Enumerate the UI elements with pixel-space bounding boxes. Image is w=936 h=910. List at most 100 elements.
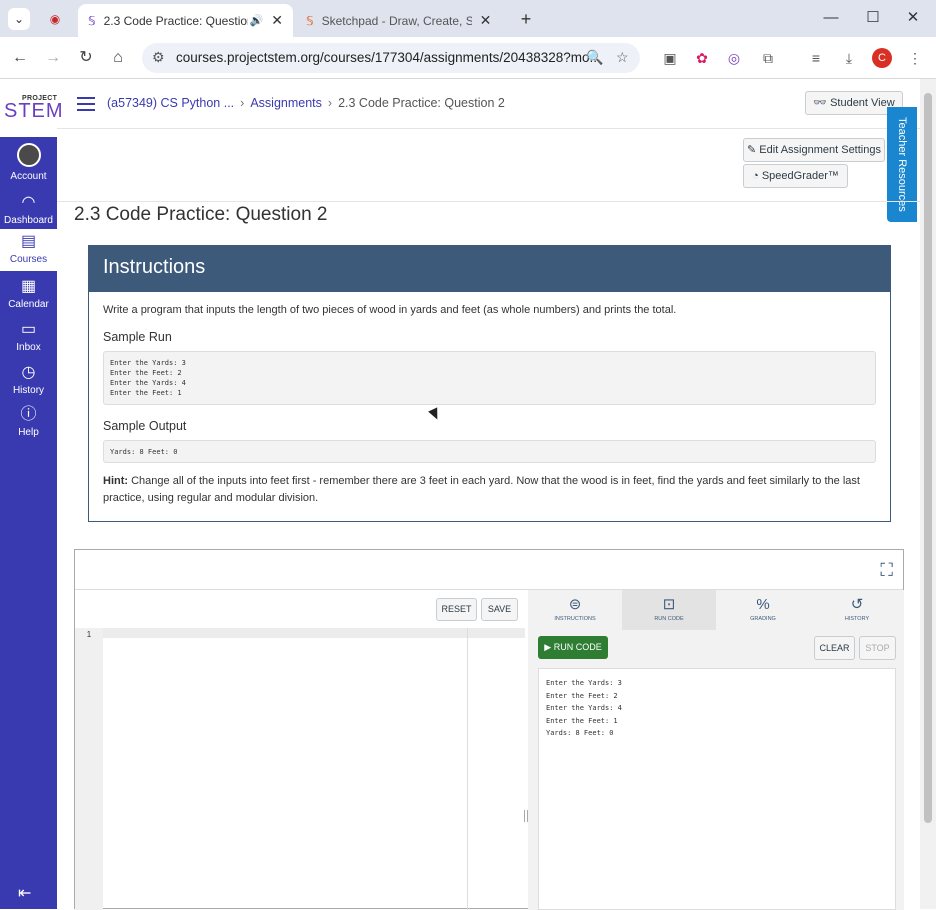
nav-label: History: [12, 385, 45, 396]
code-line: Enter the Feet: 2: [110, 369, 182, 377]
sample-run-heading: Sample Run: [103, 330, 172, 344]
calendar-icon: ▦: [20, 278, 37, 295]
url-text: courses.projectstem.org/courses/177304/a…: [176, 50, 601, 65]
teacher-resources-tab[interactable]: Teacher Resources: [887, 107, 917, 222]
new-tab-icon[interactable]: +: [515, 8, 537, 30]
bookmark-star-icon[interactable]: ☆: [616, 49, 629, 66]
tab-instructions[interactable]: ⊜ INSTRUCTIONS: [528, 590, 622, 630]
tab-search-button[interactable]: ⌄: [8, 8, 30, 30]
breadcrumb-course[interactable]: (a57349) CS Python ...: [107, 96, 234, 110]
button-label: Edit Assignment Settings: [759, 144, 881, 156]
nav-history[interactable]: ◷ History: [0, 363, 57, 405]
download-icon[interactable]: ⤓: [839, 48, 859, 68]
global-navigation: PROJECT STEM Account ◠ Dashboard ▤ Cours…: [0, 79, 63, 909]
console-line: Enter the Yards: 4: [546, 704, 622, 712]
page-title: 2.3 Code Practice: Question 2: [74, 204, 328, 225]
reset-button[interactable]: RESET: [436, 598, 477, 621]
button-label: SAVE: [487, 604, 512, 614]
output-panel: ⊜ INSTRUCTIONS ⊡ RUN CODE % GRADING ↺ HI…: [528, 590, 904, 910]
console-output[interactable]: Enter the Yards: 3 Enter the Feet: 2 Ent…: [538, 668, 896, 910]
active-line[interactable]: [103, 628, 525, 638]
fullscreen-icon[interactable]: ⛶: [880, 560, 893, 581]
menu-kebab-icon[interactable]: ⋮: [905, 48, 925, 68]
play-icon: ▶: [544, 642, 552, 652]
sample-output-code: Yards: 8 Feet: 0: [103, 440, 876, 463]
back-icon[interactable]: ←: [9, 47, 31, 69]
help-icon: ⓘ: [20, 406, 37, 423]
nav-account[interactable]: Account: [0, 143, 57, 187]
terminal-icon: ⊡: [662, 596, 676, 613]
forward-icon[interactable]: →: [42, 47, 64, 69]
book-icon: ▤: [20, 233, 37, 250]
code-editor[interactable]: RESET SAVE 1: [75, 590, 525, 910]
nav-label: Help: [18, 427, 39, 438]
nav-inbox[interactable]: ▭ Inbox: [0, 320, 57, 362]
button-label: STOP: [865, 643, 890, 653]
button-label: Student View: [830, 97, 895, 109]
hint-text: Hint: Change all of the inputs into feet…: [103, 473, 876, 507]
collapse-nav-icon[interactable]: ⇤: [18, 883, 31, 903]
hamburger-menu-icon[interactable]: [77, 97, 95, 111]
tab-history[interactable]: ↺ HISTORY: [810, 590, 904, 630]
history-icon: ↺: [850, 596, 864, 613]
extensions-puzzle-icon[interactable]: ⧉: [758, 48, 778, 68]
pencil-icon: ✎: [747, 144, 757, 156]
dashboard-icon: ◠: [21, 194, 36, 211]
speedgrader-button[interactable]: ◔ SpeedGrader™: [743, 164, 848, 188]
nav-help[interactable]: ⓘ Help: [0, 405, 57, 447]
minimize-icon[interactable]: —: [820, 8, 842, 28]
home-icon[interactable]: ⌂: [107, 47, 129, 69]
nav-label: Inbox: [16, 342, 41, 353]
breadcrumb: (a57349) CS Python ... › Assignments › 2.3 C…: [107, 96, 505, 110]
window-close-icon[interactable]: ✕: [902, 8, 924, 28]
extension-icon[interactable]: ✿: [692, 48, 712, 68]
tab-sketchpad[interactable]: 𝕊 Sketchpad - Draw, Create, Shar ✕: [296, 4, 506, 37]
zoom-icon[interactable]: 🔍: [586, 49, 603, 66]
tab-run-code[interactable]: ⊡ RUN CODE: [622, 590, 716, 630]
button-label: RESET: [441, 604, 472, 614]
run-code-button[interactable]: ▶ RUN CODE: [538, 636, 608, 659]
code-line: Enter the Yards: 3: [110, 359, 186, 367]
inbox-icon: ▭: [20, 321, 37, 338]
record-icon[interactable]: ◉: [44, 8, 66, 30]
address-bar[interactable]: ⚙ courses.projectstem.org/courses/177304…: [142, 43, 640, 73]
code-line: Enter the Feet: 1: [110, 389, 182, 397]
maximize-icon[interactable]: ☐: [862, 8, 884, 28]
sample-run-code: Enter the Yards: 3 Enter the Feet: 2 Ent…: [103, 351, 876, 405]
profile-avatar[interactable]: C: [872, 48, 892, 68]
edit-assignment-settings-button[interactable]: ✎ Edit Assignment Settings: [743, 138, 885, 162]
tab-label: INSTRUCTIONS: [554, 616, 596, 622]
tab-title: 2.3 Code Practice: Question: [103, 13, 248, 28]
stop-button[interactable]: STOP: [859, 636, 896, 660]
project-stem-logo[interactable]: PROJECT STEM: [0, 79, 63, 137]
nav-label: Calendar: [8, 299, 49, 310]
close-tab-icon[interactable]: ✕: [480, 12, 492, 29]
media-control-icon[interactable]: ≡: [806, 48, 826, 68]
nav-courses[interactable]: ▤ Courses: [0, 229, 57, 271]
save-button[interactable]: SAVE: [481, 598, 518, 621]
avatar: [16, 143, 41, 167]
logo-text: STEM: [4, 100, 64, 122]
code-ide: ⛶ RESET SAVE 1 ⊜ INSTRUCTIONS ⊡ RUN CODE…: [74, 549, 904, 910]
tab-code-practice[interactable]: 𝕊 2.3 Code Practice: Question 🔊 ✕: [78, 4, 293, 37]
favicon-icon: 𝕊: [88, 13, 96, 28]
line-number-gutter: 1: [75, 628, 103, 910]
breadcrumb-current: 2.3 Code Practice: Question 2: [338, 96, 505, 110]
breadcrumb-assignments[interactable]: Assignments: [250, 96, 322, 110]
clear-button[interactable]: CLEAR: [814, 636, 855, 660]
extension-icon[interactable]: ◎: [724, 48, 744, 68]
reload-icon[interactable]: ↻: [75, 47, 97, 69]
nav-label: Courses: [9, 254, 48, 265]
glasses-icon: 👓: [813, 97, 827, 109]
console-line: Enter the Yards: 3: [546, 679, 622, 687]
browser-toolbar: ← → ↻ ⌂ ⚙ courses.projectstem.org/course…: [0, 37, 936, 79]
cast-icon[interactable]: ▣: [660, 48, 680, 68]
clock-icon: ◷: [21, 364, 36, 381]
speaker-icon[interactable]: 🔊: [250, 14, 264, 27]
site-info-icon[interactable]: ⚙: [152, 49, 165, 66]
page-scrollbar[interactable]: [920, 79, 936, 909]
nav-calendar[interactable]: ▦ Calendar: [0, 277, 57, 319]
scrollbar-thumb[interactable]: [924, 93, 932, 823]
tab-grading[interactable]: % GRADING: [716, 590, 810, 630]
close-tab-icon[interactable]: ✕: [271, 12, 283, 29]
